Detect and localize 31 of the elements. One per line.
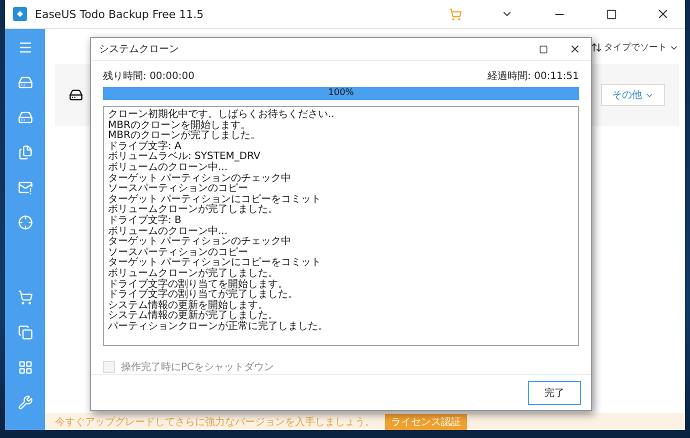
finish-button[interactable]: 完了 xyxy=(528,380,581,404)
log-line: ターゲット パーティションにコピーをコミット xyxy=(108,194,322,205)
log-line: ターゲット パーティションにコピーをコミット xyxy=(108,258,322,268)
log-line: ボリュームのクローン中... xyxy=(108,162,229,173)
progress-reading: 100% xyxy=(327,87,355,100)
elapsed-time: 経過時間: 00:11:51 xyxy=(488,70,579,83)
log-line: ボリュームクローンが完了しました。 xyxy=(108,268,279,279)
log-line: ソースパーティションのコピー xyxy=(108,184,249,194)
log-line: ドライブ文字: A xyxy=(108,142,182,152)
dialog-title: システムクローン xyxy=(99,43,180,56)
window-title: EaseUS Todo Backup Free 11.5 xyxy=(35,8,205,20)
log-line: ボリュームクローンが完了しました。 xyxy=(108,205,278,216)
shutdown-label: 操作完了時にPCをシャットダウン xyxy=(121,360,274,374)
log-line: クローン初期化中です。しばらくお待ちください.. xyxy=(108,110,336,120)
log-line: パーティションクローンが正常に完了しました。 xyxy=(108,322,329,332)
log-line: MBRのクローンを開始します。 xyxy=(108,120,252,131)
log-line: システム情報の更新が完了しました。 xyxy=(108,311,279,322)
log-line: ドライブ文字の割り当てを開始します。 xyxy=(108,280,289,290)
log-line: MBRのクローンが完了しました。 xyxy=(108,131,262,142)
log-line: ドライブ文字の割り当てが完了しました。 xyxy=(108,290,299,300)
remaining-time: 残り時間: 00:00:00 xyxy=(103,70,194,83)
log-line: ボリュームのクローン中... xyxy=(108,226,229,237)
log-line: システム情報の更新を開始します。 xyxy=(108,300,269,311)
banner-text: 今すぐアップグレードしてさらに強力なバージョンを入手しましょう。 xyxy=(55,416,375,428)
log-line: ボリュームラベル: SYSTEM_DRV xyxy=(108,152,262,162)
log-line: ソースパーティションのコピー xyxy=(108,248,249,258)
log-line: ターゲット パーティションのチェック中 xyxy=(108,237,292,248)
log-line: ターゲット パーティションのチェック中 xyxy=(108,174,292,184)
more-button[interactable]: その他 xyxy=(601,84,665,106)
sort-button[interactable]: タイプでソート xyxy=(591,41,679,54)
log-line: ドライブ文字: B xyxy=(108,216,182,226)
